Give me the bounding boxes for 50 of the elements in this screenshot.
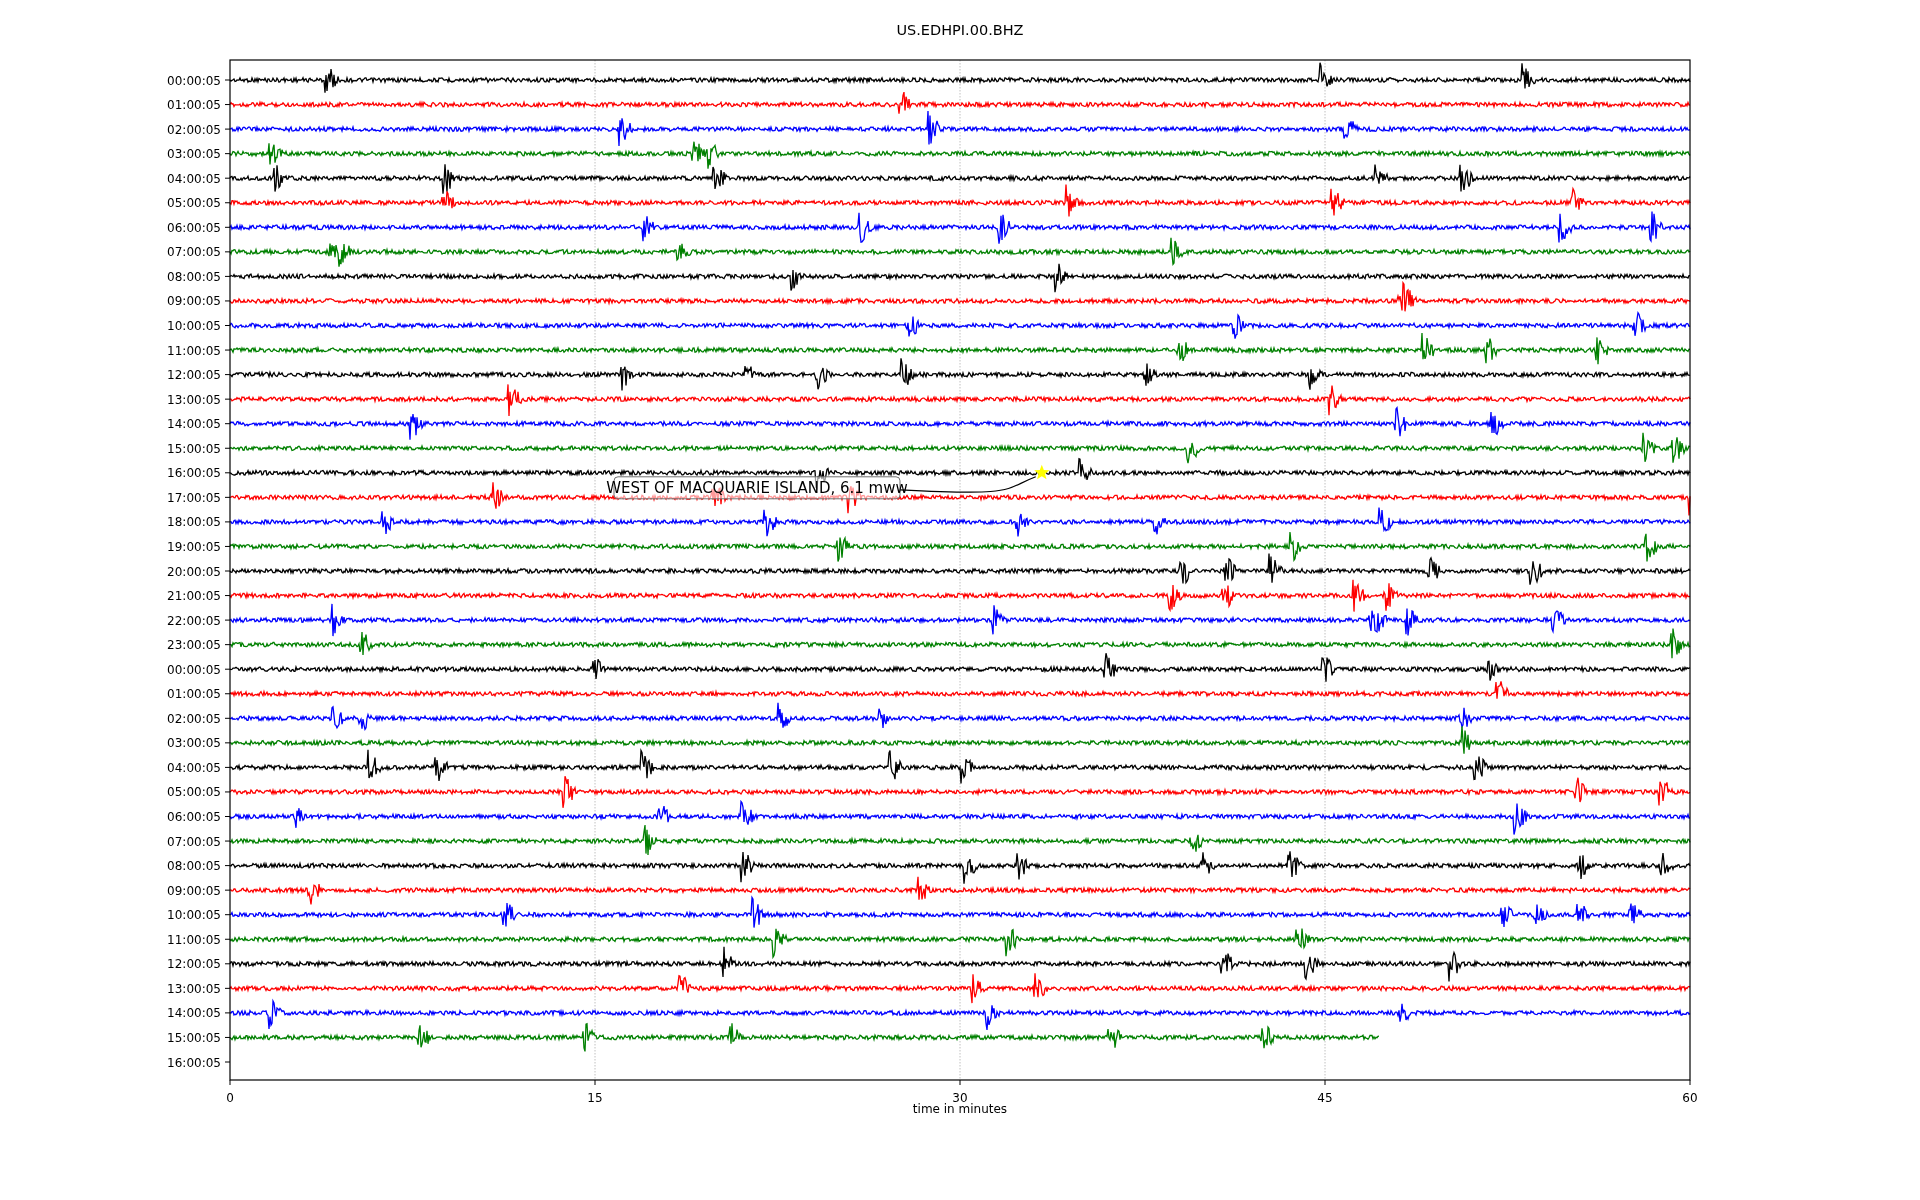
axis-tick-label: 14:00:05 [167, 417, 221, 432]
axis-label: time in minutes [912, 1102, 1008, 1116]
axis-tick-label: 05:00:05 [167, 785, 221, 800]
axis-tick-label: 11:00:05 [167, 343, 221, 358]
axis-tick-label: 05:00:05 [167, 196, 221, 211]
axis-tick-label: 09:00:05 [167, 294, 221, 309]
axis-tick-label: 60 [1682, 1091, 1698, 1105]
axis-tick-label: 07:00:05 [167, 245, 221, 260]
axis-tick-label: 04:00:05 [167, 171, 221, 186]
axis-tick-label: 08:00:05 [167, 859, 221, 874]
axis-tick-label: 06:00:05 [167, 810, 221, 824]
axis-tick-label: 30 [952, 1091, 968, 1105]
axis-tick-label: 45 [1317, 1091, 1333, 1105]
axis-tick-label: 15:00:05 [167, 441, 221, 456]
axis-tick-label: 03:00:05 [167, 736, 221, 751]
axis-tick-label: 00:00:05 [167, 73, 221, 88]
axis-tick-label: 22:00:05 [167, 613, 221, 628]
axis-tick-label: 13:00:05 [167, 981, 221, 996]
axis-tick-label: 07:00:05 [167, 834, 221, 849]
axis-tick-label: 02:00:05 [167, 122, 221, 137]
chart-title: US.EDHPI.00.BHZ [896, 22, 1024, 38]
axis-tick-label: 16:00:05 [167, 1055, 221, 1070]
axis-tick-label: 23:00:05 [167, 638, 221, 653]
axis-tick-label: 13:00:05 [167, 392, 221, 407]
axis-tick-label: 15:00:05 [167, 1030, 221, 1045]
event-label: WEST OF MACQUARIE ISLAND, 6.1 mww [606, 476, 908, 500]
axis-tick-label: 20:00:05 [167, 564, 221, 579]
axis-tick-label: 04:00:05 [167, 760, 221, 775]
axis-tick-label: 08:00:05 [167, 269, 221, 284]
axis-tick-label: 06:00:05 [167, 220, 221, 235]
axis-tick-label: 14:00:05 [167, 1006, 221, 1021]
star-icon [1034, 464, 1050, 480]
axis-tick-label: 01:00:05 [167, 687, 221, 702]
axis-tick-label: 12:00:05 [167, 957, 221, 972]
axis-tick-label: 19:00:05 [167, 539, 221, 554]
axis-tick-label: 02:00:05 [167, 711, 221, 726]
axis-tick-label: 01:00:05 [167, 98, 221, 113]
axis-tick-label: 0 [226, 1091, 234, 1105]
axis-tick-label: 10:00:05 [167, 319, 221, 333]
axis-tick-label: 17:00:05 [167, 490, 221, 505]
axis-tick-label: 10:00:05 [167, 908, 221, 923]
axis-tick-label: 03:00:05 [167, 147, 221, 162]
axis-tick-label: 12:00:05 [167, 368, 221, 383]
axis-tick-label: 09:00:05 [167, 883, 221, 898]
axis-tick-label: 21:00:05 [167, 589, 221, 604]
axis-tick-label: 18:00:05 [167, 515, 221, 530]
axis-tick-label: 15 [587, 1091, 603, 1105]
axis-tick-label: 00:00:05 [167, 662, 221, 677]
axis-tick-label: 16:00:05 [167, 466, 221, 481]
axis-tick-label: 11:00:05 [167, 932, 221, 947]
